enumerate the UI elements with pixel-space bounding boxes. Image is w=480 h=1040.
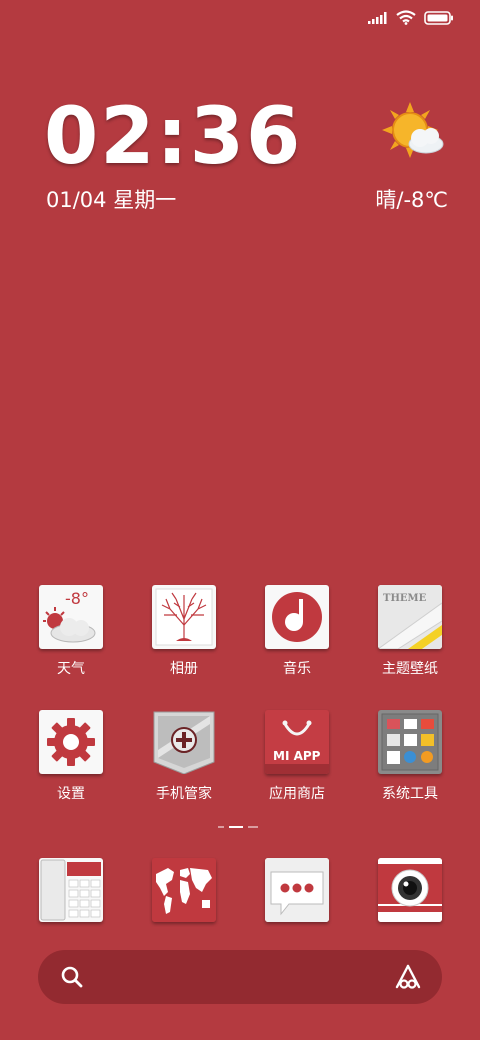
page-dot (218, 826, 224, 828)
page-indicator[interactable] (218, 826, 258, 828)
dock-phone[interactable] (26, 858, 116, 922)
app-label: 应用商店 (269, 786, 325, 802)
phone-icon[interactable] (39, 858, 103, 922)
gallery-tree-icon[interactable] (152, 585, 216, 649)
status-bar (368, 10, 454, 25)
clock-date[interactable]: 01/04 星期一 (46, 184, 176, 214)
camera-icon[interactable] (378, 858, 442, 922)
theme-icon[interactable]: THEME (378, 585, 442, 649)
app-settings[interactable]: 设置 (26, 710, 116, 803)
app-label: 主题壁纸 (382, 661, 438, 677)
battery-icon (424, 10, 453, 25)
store-brand: MI APP (273, 749, 321, 763)
sunny-cloud-icon[interactable] (380, 100, 448, 168)
app-store-bag-icon[interactable]: MI APP (265, 710, 329, 774)
app-store[interactable]: MI APP 应用商店 (252, 710, 342, 803)
app-music[interactable]: 音乐 (252, 585, 342, 678)
clock-time[interactable]: 02:36 (44, 98, 302, 176)
world-map-icon[interactable] (152, 858, 216, 922)
weather-text[interactable]: 晴/-8℃ (375, 184, 448, 214)
dock-browser[interactable] (139, 858, 229, 922)
app-gallery[interactable]: 相册 (139, 585, 229, 678)
search-bar[interactable] (38, 950, 442, 1004)
page-dot (248, 826, 258, 828)
page-dot-active (229, 826, 243, 828)
system-tools-folder-icon[interactable] (378, 710, 442, 774)
security-shield-icon[interactable] (152, 710, 216, 774)
app-label: 相册 (170, 661, 198, 677)
app-label: 系统工具 (382, 786, 438, 802)
app-system-tools[interactable]: 系统工具 (365, 710, 455, 803)
gear-icon[interactable] (39, 710, 103, 774)
assistant-icon[interactable] (394, 963, 422, 991)
app-label: 手机管家 (156, 786, 212, 802)
app-weather[interactable]: -8° 天气 (26, 585, 116, 678)
music-note-icon[interactable] (265, 585, 329, 649)
app-label: 音乐 (283, 661, 311, 677)
weather-app-temp: -8° (65, 589, 89, 608)
wifi-icon (396, 10, 416, 25)
app-label: 设置 (57, 786, 85, 802)
app-label: 天气 (57, 661, 85, 677)
dock-camera[interactable] (365, 858, 455, 922)
app-security[interactable]: 手机管家 (139, 710, 229, 803)
weather-app-icon[interactable]: -8° (39, 585, 103, 649)
dock-messages[interactable] (252, 858, 342, 922)
search-icon[interactable] (60, 965, 84, 989)
message-icon[interactable] (265, 858, 329, 922)
theme-tag: THEME (383, 593, 427, 604)
signal-icon (368, 11, 387, 24)
app-theme[interactable]: THEME 主题壁纸 (365, 585, 455, 678)
